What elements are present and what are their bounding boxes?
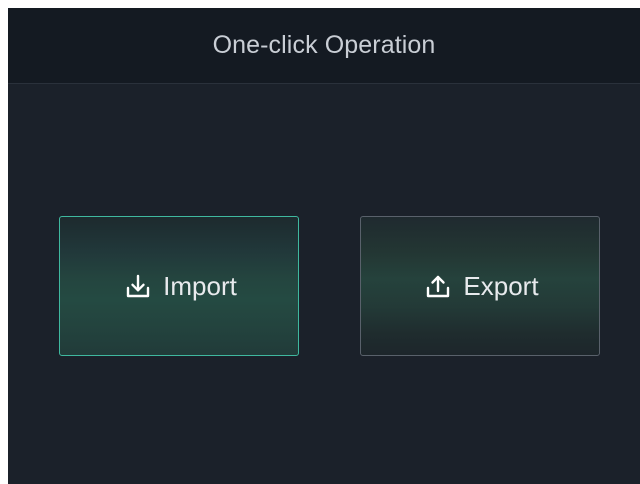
page-title: One-click Operation (212, 31, 436, 59)
panel-content: Import Export (8, 84, 640, 484)
export-label: Export (463, 270, 539, 301)
download-icon (121, 269, 155, 303)
one-click-operation-panel: One-click Operation Import Export (8, 8, 640, 484)
upload-icon (421, 269, 455, 303)
panel-header: One-click Operation (8, 8, 640, 84)
export-button[interactable]: Export (360, 216, 600, 356)
import-label: Import (163, 270, 237, 301)
import-button[interactable]: Import (59, 216, 299, 356)
